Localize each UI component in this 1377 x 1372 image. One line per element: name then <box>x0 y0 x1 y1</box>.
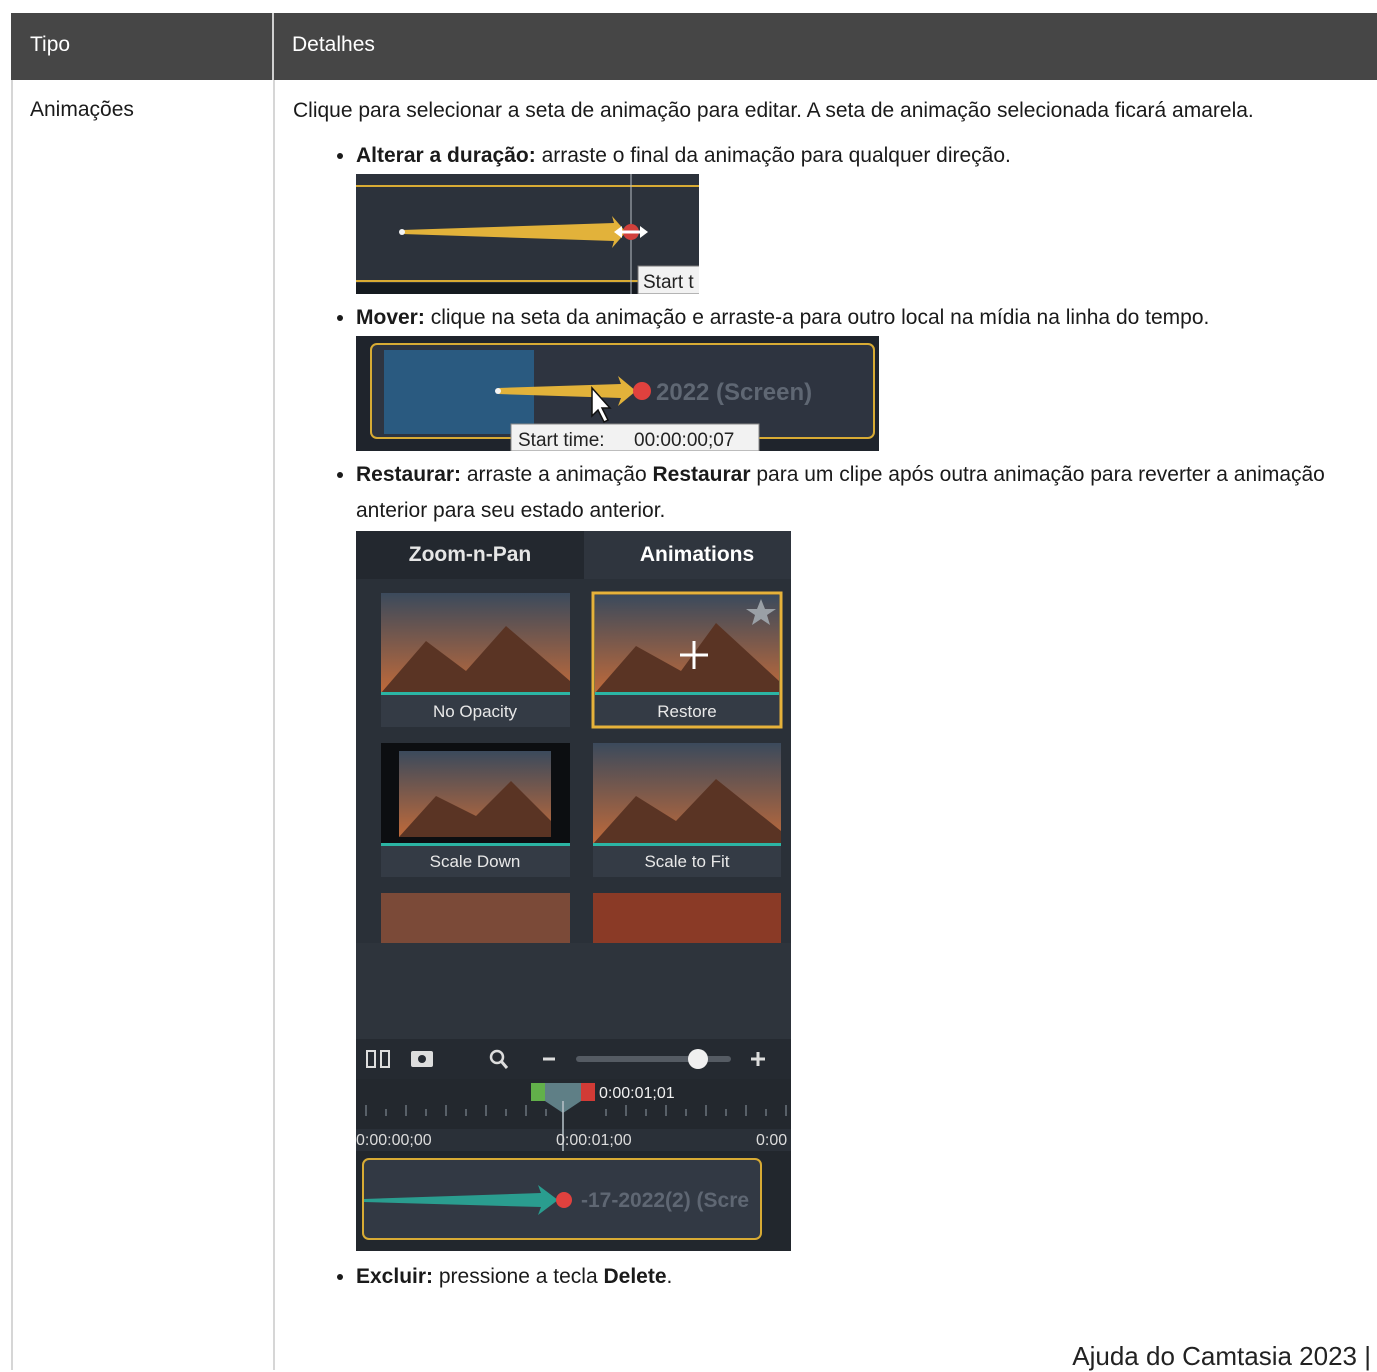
page-footer: Ajuda do Camtasia 2023 | <box>1072 1341 1371 1371</box>
text-duration: arraste o final da animação para qualque… <box>535 144 1011 167</box>
key-delete: Delete <box>603 1265 667 1288</box>
list-item-move: Mover: clique na seta da animação e arra… <box>356 300 1377 451</box>
move-tooltip-label: Start time: <box>518 430 605 451</box>
tab-zoom-n-pan[interactable]: Zoom-n-Pan <box>409 543 531 566</box>
action-list: Alterar a duração: arraste o final da an… <box>293 138 1377 1295</box>
table-header: Tipo Detalhes <box>11 13 1377 80</box>
term-restore-2: Restaurar <box>652 463 751 486</box>
text-restore-a: arraste a animação <box>461 463 653 486</box>
term-move: Mover: <box>356 306 425 329</box>
ruler-label-1: 0:00:01;00 <box>556 1132 632 1149</box>
animations-table: Tipo Detalhes Animações Clique para sele… <box>11 13 1377 1370</box>
text-delete-b: . <box>666 1265 673 1288</box>
ruler-label-2: 0:00 <box>756 1132 787 1149</box>
text-delete-a: pressione a tecla <box>433 1265 604 1288</box>
list-item-restore: Restaurar: arraste a animação Restaurar … <box>356 457 1377 1251</box>
duration-screenshot: Start t <box>356 174 699 294</box>
preset-restore[interactable]: Restore <box>657 702 717 721</box>
restore-screenshot: Zoom-n-Pan Animations No Opacity Restore… <box>356 531 791 1251</box>
intro-text: Clique para selecionar a seta de animaçã… <box>293 99 1254 122</box>
list-item-delete: Excluir: pressione a tecla Delete. <box>356 1259 1377 1295</box>
preset-scale-down[interactable]: Scale Down <box>430 852 521 871</box>
table-row: Animações Clique para selecionar a seta … <box>11 80 1377 1370</box>
term-duration: Alterar a duração: <box>356 144 536 167</box>
text-move: clique na seta da animação e arraste-a p… <box>424 306 1210 329</box>
duration-tooltip: Start t <box>643 272 694 293</box>
move-tooltip-value: 00:00:00;07 <box>634 430 734 451</box>
term-restore: Restaurar: <box>356 463 462 486</box>
preset-scale-to-fit[interactable]: Scale to Fit <box>644 852 729 871</box>
term-delete: Excluir: <box>356 1265 434 1288</box>
header-tipo: Tipo <box>11 13 274 80</box>
move-screenshot: 2022 (Screen) Start time: 00:00:00;07 <box>356 336 879 451</box>
list-item-duration: Alterar a duração: arraste o final da an… <box>356 138 1377 294</box>
ruler-label-0: 0:00:00;00 <box>356 1132 432 1149</box>
playhead-time: 0:00:01;01 <box>599 1085 675 1102</box>
preset-no-opacity[interactable]: No Opacity <box>433 702 518 721</box>
move-clip-label: 2022 (Screen) <box>656 379 812 406</box>
restore-clip-label: -17-2022(2) (Scre <box>581 1189 749 1212</box>
header-detalhes: Detalhes <box>292 33 375 56</box>
tab-animations[interactable]: Animations <box>640 543 754 566</box>
cell-type: Animações <box>11 80 275 1370</box>
cell-details: Clique para selecionar a seta de animaçã… <box>275 80 1377 1370</box>
